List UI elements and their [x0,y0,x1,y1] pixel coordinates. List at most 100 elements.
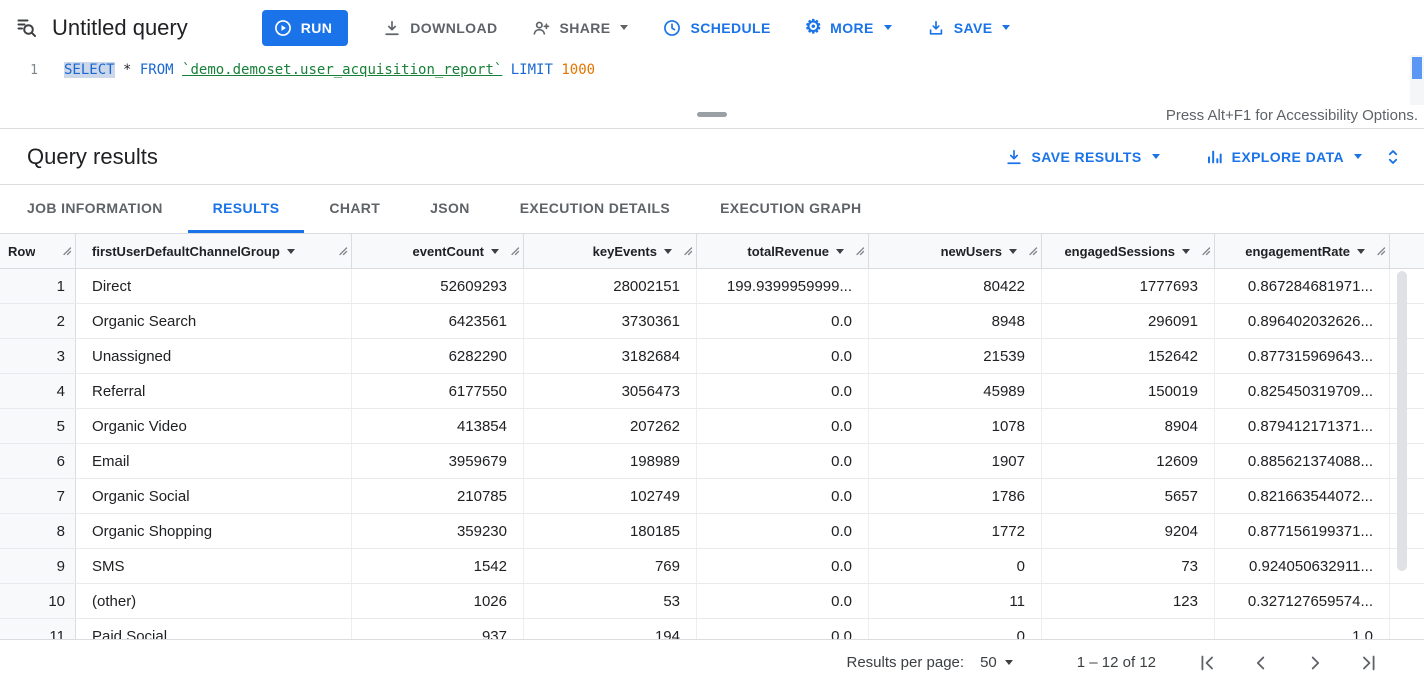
results-header: Query results SAVE RESULTS EXPLORE DATA [0,129,1424,185]
table-cell: 5657 [1042,479,1215,513]
tab-job-information[interactable]: JOB INFORMATION [2,185,188,233]
editor-scrollbar-thumb[interactable] [1412,57,1422,79]
column-resize-icon[interactable] [1376,246,1386,256]
column-resize-icon[interactable] [62,246,72,256]
table-row: 5Organic Video4138542072620.0107889040.8… [0,409,1424,444]
table-cell: 0.885621374088... [1215,444,1390,478]
editor-scrollbar[interactable] [1410,55,1424,105]
table-cell: 1786 [869,479,1042,513]
table-cell: 1.0 [1215,619,1390,639]
column-header-row[interactable]: Row [0,234,76,268]
table-cell: 11 [0,619,76,639]
table-cell: Email [76,444,352,478]
table-cell: 123 [1042,584,1215,618]
sql-keyword-from: FROM [140,62,182,78]
table-cell: 210785 [352,479,524,513]
table-scrollbar[interactable] [1396,271,1408,637]
sql-table-link[interactable]: `demo.demoset.user_acquisition_report` [182,62,502,78]
table-cell: 45989 [869,374,1042,408]
explore-data-button[interactable]: EXPLORE DATA [1204,147,1362,167]
table-cell: 7 [0,479,76,513]
table-cell: 28002151 [524,269,697,303]
table-cell: 6282290 [352,339,524,373]
column-resize-icon[interactable] [1028,246,1038,256]
chevron-down-icon [1152,154,1160,159]
sort-caret-icon [287,249,295,254]
column-header-firstUserDefaultChannelGroup[interactable]: firstUserDefaultChannelGroup [76,234,352,268]
save-results-button[interactable]: SAVE RESULTS [1004,147,1160,167]
table-cell: 8904 [1042,409,1215,443]
schedule-button[interactable]: SCHEDULE [662,18,770,38]
table-cell: 1542 [352,549,524,583]
page-title: Untitled query [52,15,188,41]
share-button[interactable]: SHARE [531,18,628,38]
table-cell: 937 [352,619,524,639]
query-toolbar: Untitled query RUN DOWNLOAD SHARE [0,0,1424,55]
accessibility-hint: Press Alt+F1 for Accessibility Options. [1166,107,1418,124]
table-cell: 6 [0,444,76,478]
tab-execution-details[interactable]: EXECUTION DETAILS [495,185,695,233]
column-header-keyEvents[interactable]: keyEvents [524,234,697,268]
table-cell: 0.0 [697,549,869,583]
column-resize-icon[interactable] [1201,246,1211,256]
download-button[interactable]: DOWNLOAD [382,18,497,38]
column-header-engagementRate[interactable]: engagementRate [1215,234,1390,268]
table-cell: 0.0 [697,444,869,478]
table-cell: 769 [524,549,697,583]
table-cell: Organic Shopping [76,514,352,548]
column-header-engagedSessions[interactable]: engagedSessions [1042,234,1215,268]
tab-execution-graph[interactable]: EXECUTION GRAPH [695,185,886,233]
table-cell: 5 [0,409,76,443]
column-header-eventCount[interactable]: eventCount [352,234,524,268]
unfold-more-icon [1382,146,1404,168]
tab-json[interactable]: JSON [405,185,495,233]
table-cell: 1078 [869,409,1042,443]
table-cell: SMS [76,549,352,583]
sort-caret-icon [491,249,499,254]
page-size-select[interactable]: 50 [980,654,1013,671]
bar-chart-icon [1204,147,1224,167]
column-resize-icon[interactable] [683,246,693,256]
more-button[interactable]: ⚙ MORE [805,18,892,37]
table-cell: 6423561 [352,304,524,338]
table-cell: Organic Video [76,409,352,443]
run-icon [273,18,293,38]
table-cell: 102749 [524,479,697,513]
panel-drag-handle[interactable] [697,112,727,117]
table-cell [1042,619,1215,639]
table-row: 2Organic Search642356137303610.089482960… [0,304,1424,339]
table-row: 10(other)1026530.0111230.327127659574... [0,584,1424,619]
column-resize-icon[interactable] [510,246,520,256]
table-cell: 8948 [869,304,1042,338]
table-cell: (other) [76,584,352,618]
table-cell: 180185 [524,514,697,548]
column-resize-icon[interactable] [338,246,348,256]
previous-page-button[interactable] [1250,652,1272,674]
next-page-button[interactable] [1304,652,1326,674]
expand-results-button[interactable] [1382,146,1404,168]
table-cell: 0.327127659574... [1215,584,1390,618]
sort-caret-icon [1009,249,1017,254]
table-cell: 3056473 [524,374,697,408]
sort-caret-icon [664,249,672,254]
first-page-button[interactable] [1196,652,1218,674]
run-button[interactable]: RUN [262,10,349,46]
column-header-newUsers[interactable]: newUsers [869,234,1042,268]
sort-caret-icon [836,249,844,254]
table-scrollbar-thumb[interactable] [1397,271,1407,571]
chevron-down-icon [884,25,892,30]
tab-results[interactable]: RESULTS [188,185,305,233]
table-header-row: Row firstUserDefaultChannelGroup eventCo… [0,234,1424,269]
table-row: 8Organic Shopping3592301801850.017729204… [0,514,1424,549]
column-header-totalRevenue[interactable]: totalRevenue [697,234,869,268]
save-button[interactable]: SAVE [926,18,1011,38]
last-page-button[interactable] [1358,652,1380,674]
table-cell: 0.0 [697,339,869,373]
chevron-down-icon [1005,660,1013,665]
sql-editor[interactable]: 1 SELECT * FROM `demo.demoset.user_acqui… [0,55,1424,105]
sort-caret-icon [1357,249,1365,254]
table-row: 6Email39596791989890.01907126090.8856213… [0,444,1424,479]
tab-chart[interactable]: CHART [304,185,405,233]
column-resize-icon[interactable] [855,246,865,256]
person-add-icon [531,18,551,38]
